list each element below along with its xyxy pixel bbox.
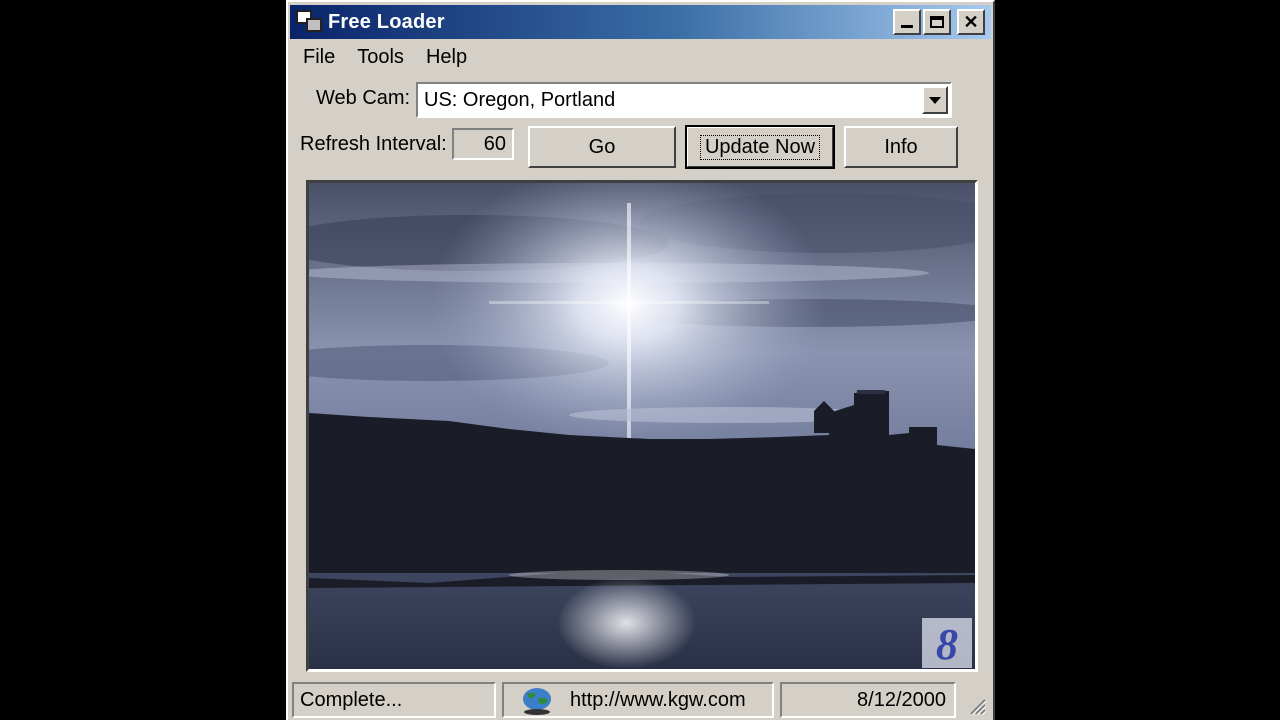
- info-button[interactable]: Info: [844, 126, 958, 168]
- status-panel-url[interactable]: http://www.kgw.com: [502, 682, 774, 718]
- close-icon: ✕: [963, 11, 979, 32]
- info-button-label: Info: [884, 135, 918, 158]
- close-button[interactable]: ✕: [957, 9, 985, 35]
- go-button[interactable]: Go: [528, 126, 676, 168]
- title-bar[interactable]: Free Loader ✕: [290, 5, 991, 39]
- webcam-label: Web Cam:: [316, 87, 411, 109]
- globe-icon: [523, 688, 551, 715]
- update-now-button[interactable]: Update Now: [685, 125, 835, 169]
- menu-help[interactable]: Help: [415, 44, 478, 74]
- minimize-icon: [901, 25, 913, 28]
- window-title: Free Loader: [328, 10, 445, 33]
- webcam-select[interactable]: US: Oregon, Portland: [416, 82, 952, 118]
- status-bar: Complete... http://www.kgw.com 8/12/2000: [292, 682, 991, 718]
- free-loader-window: Free Loader ✕ File Tools Help Web Cam: U…: [286, 0, 995, 720]
- chevron-down-icon: [929, 96, 941, 104]
- webcam-dropdown-button[interactable]: [922, 86, 948, 114]
- go-button-label: Go: [588, 135, 616, 158]
- maximize-icon: [930, 16, 944, 28]
- menu-tools[interactable]: Tools: [346, 44, 415, 74]
- refresh-interval-label: Refresh Interval:: [300, 133, 447, 155]
- status-date: 8/12/2000: [857, 689, 946, 711]
- update-now-label: Update Now: [699, 134, 821, 160]
- window-controls: ✕: [893, 9, 985, 35]
- app-icon: [296, 10, 322, 34]
- refresh-interval-input[interactable]: 60: [452, 128, 514, 160]
- minimize-button[interactable]: [893, 9, 921, 35]
- menu-bar: File Tools Help: [292, 44, 478, 74]
- status-url: http://www.kgw.com: [570, 689, 746, 711]
- menu-file[interactable]: File: [292, 44, 346, 74]
- webcam-image: 8: [306, 180, 978, 672]
- status-panel-date: 8/12/2000: [780, 682, 956, 718]
- webcam-selected-value: US: Oregon, Portland: [424, 89, 616, 111]
- status-panel-state: Complete...: [292, 682, 496, 718]
- resize-grip-icon[interactable]: [967, 696, 987, 716]
- status-text: Complete...: [300, 689, 403, 711]
- maximize-button[interactable]: [923, 9, 951, 35]
- webcam-photo: 8: [309, 183, 975, 669]
- station-logo: 8: [936, 620, 958, 669]
